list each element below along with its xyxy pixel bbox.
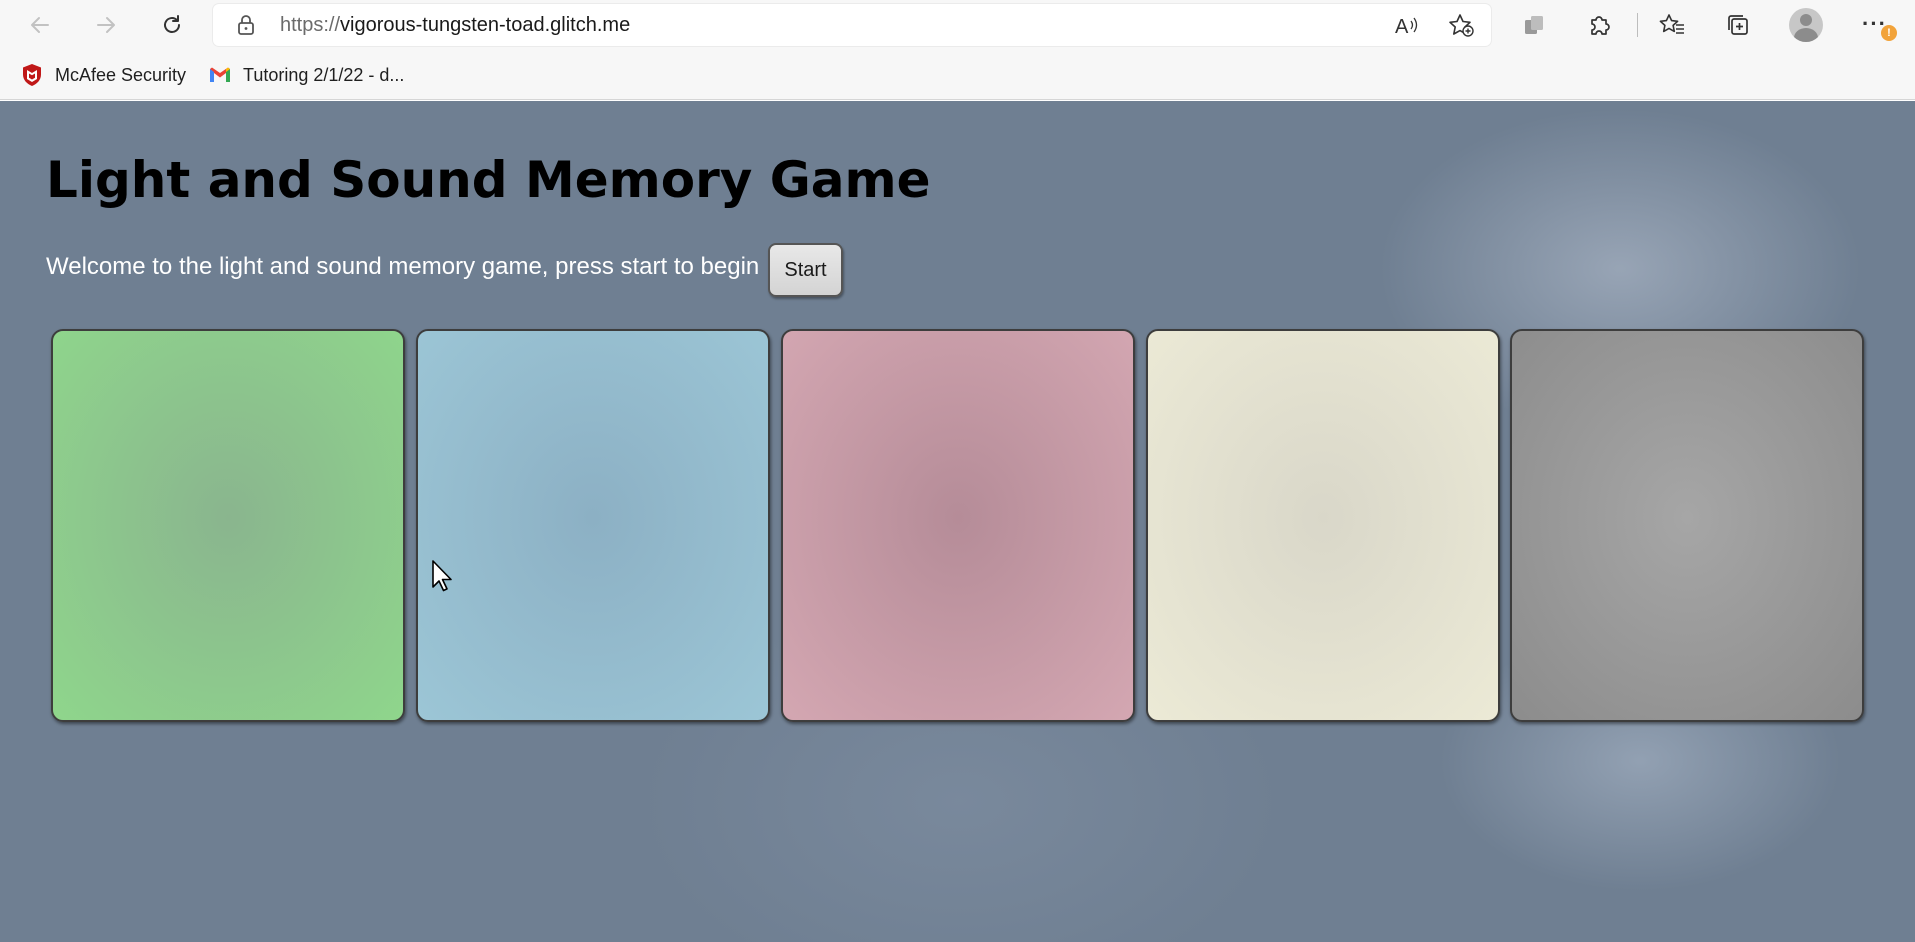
- bookmark-tutoring[interactable]: Tutoring 2/1/22 - d...: [208, 62, 404, 88]
- more-button[interactable]: ··· !: [1860, 11, 1897, 41]
- page-content: Light and Sound Memory Game Welcome to t…: [0, 101, 1915, 942]
- collections-icon: [1728, 15, 1748, 35]
- extensions-puzzle-icon: [1591, 16, 1610, 35]
- bookmark-label: McAfee Security: [55, 64, 187, 85]
- forward-button[interactable]: [88, 7, 124, 43]
- avatar-head: [1800, 14, 1812, 26]
- copy-button[interactable]: [1520, 11, 1548, 39]
- gmail-icon: [210, 67, 230, 82]
- read-aloud-icon: A: [1395, 16, 1418, 38]
- mcafee-shield-icon: [23, 64, 41, 86]
- game-pad-blue[interactable]: [416, 329, 770, 722]
- update-badge: !: [1881, 25, 1897, 41]
- collections-button[interactable]: [1724, 11, 1752, 39]
- url-text[interactable]: https://vigorous-tungsten-toad.glitch.me: [280, 14, 630, 37]
- profile-avatar-icon[interactable]: [1789, 8, 1823, 42]
- url-host: vigorous-tungsten-toad.glitch.me: [340, 14, 631, 36]
- bookmarks-bar: McAfee Security Tutoring 2/1/22 - d...: [0, 50, 1915, 100]
- game-pad-gray[interactable]: [1510, 329, 1864, 722]
- game-pad-pink[interactable]: [781, 329, 1135, 722]
- read-aloud-button[interactable]: A: [1393, 13, 1419, 38]
- copy-icon: [1525, 16, 1543, 34]
- add-favorite-icon: [1449, 14, 1474, 37]
- start-button[interactable]: Start: [768, 243, 843, 297]
- refresh-button[interactable]: [154, 7, 190, 43]
- game-pad-cream[interactable]: [1146, 329, 1500, 722]
- forward-arrow-icon: [97, 17, 115, 33]
- address-bar[interactable]: https://vigorous-tungsten-toad.glitch.me…: [213, 4, 1491, 46]
- bookmark-label: Tutoring 2/1/22 - d...: [243, 64, 405, 85]
- game-pad-green[interactable]: [51, 329, 405, 722]
- favorites-button[interactable]: [1658, 11, 1686, 39]
- page-title: Light and Sound Memory Game: [46, 151, 931, 209]
- intro-text: Welcome to the light and sound memory ga…: [46, 253, 760, 280]
- mouse-cursor-icon: [432, 560, 452, 592]
- avatar-body: [1794, 28, 1818, 42]
- browser-toolbar: https://vigorous-tungsten-toad.glitch.me…: [0, 0, 1915, 50]
- bookmark-mcafee[interactable]: McAfee Security: [20, 62, 186, 88]
- extensions-button[interactable]: [1586, 11, 1614, 39]
- favorites-icon: [1659, 14, 1684, 34]
- read-aloud-label: A: [1395, 16, 1409, 37]
- back-arrow-icon: [31, 17, 49, 33]
- toolbar-divider: [1637, 13, 1638, 37]
- add-favorite-button[interactable]: [1448, 13, 1474, 37]
- lock-icon[interactable]: [235, 14, 257, 36]
- back-button[interactable]: [22, 7, 58, 43]
- url-scheme: https://: [280, 14, 341, 36]
- refresh-icon: [164, 15, 180, 33]
